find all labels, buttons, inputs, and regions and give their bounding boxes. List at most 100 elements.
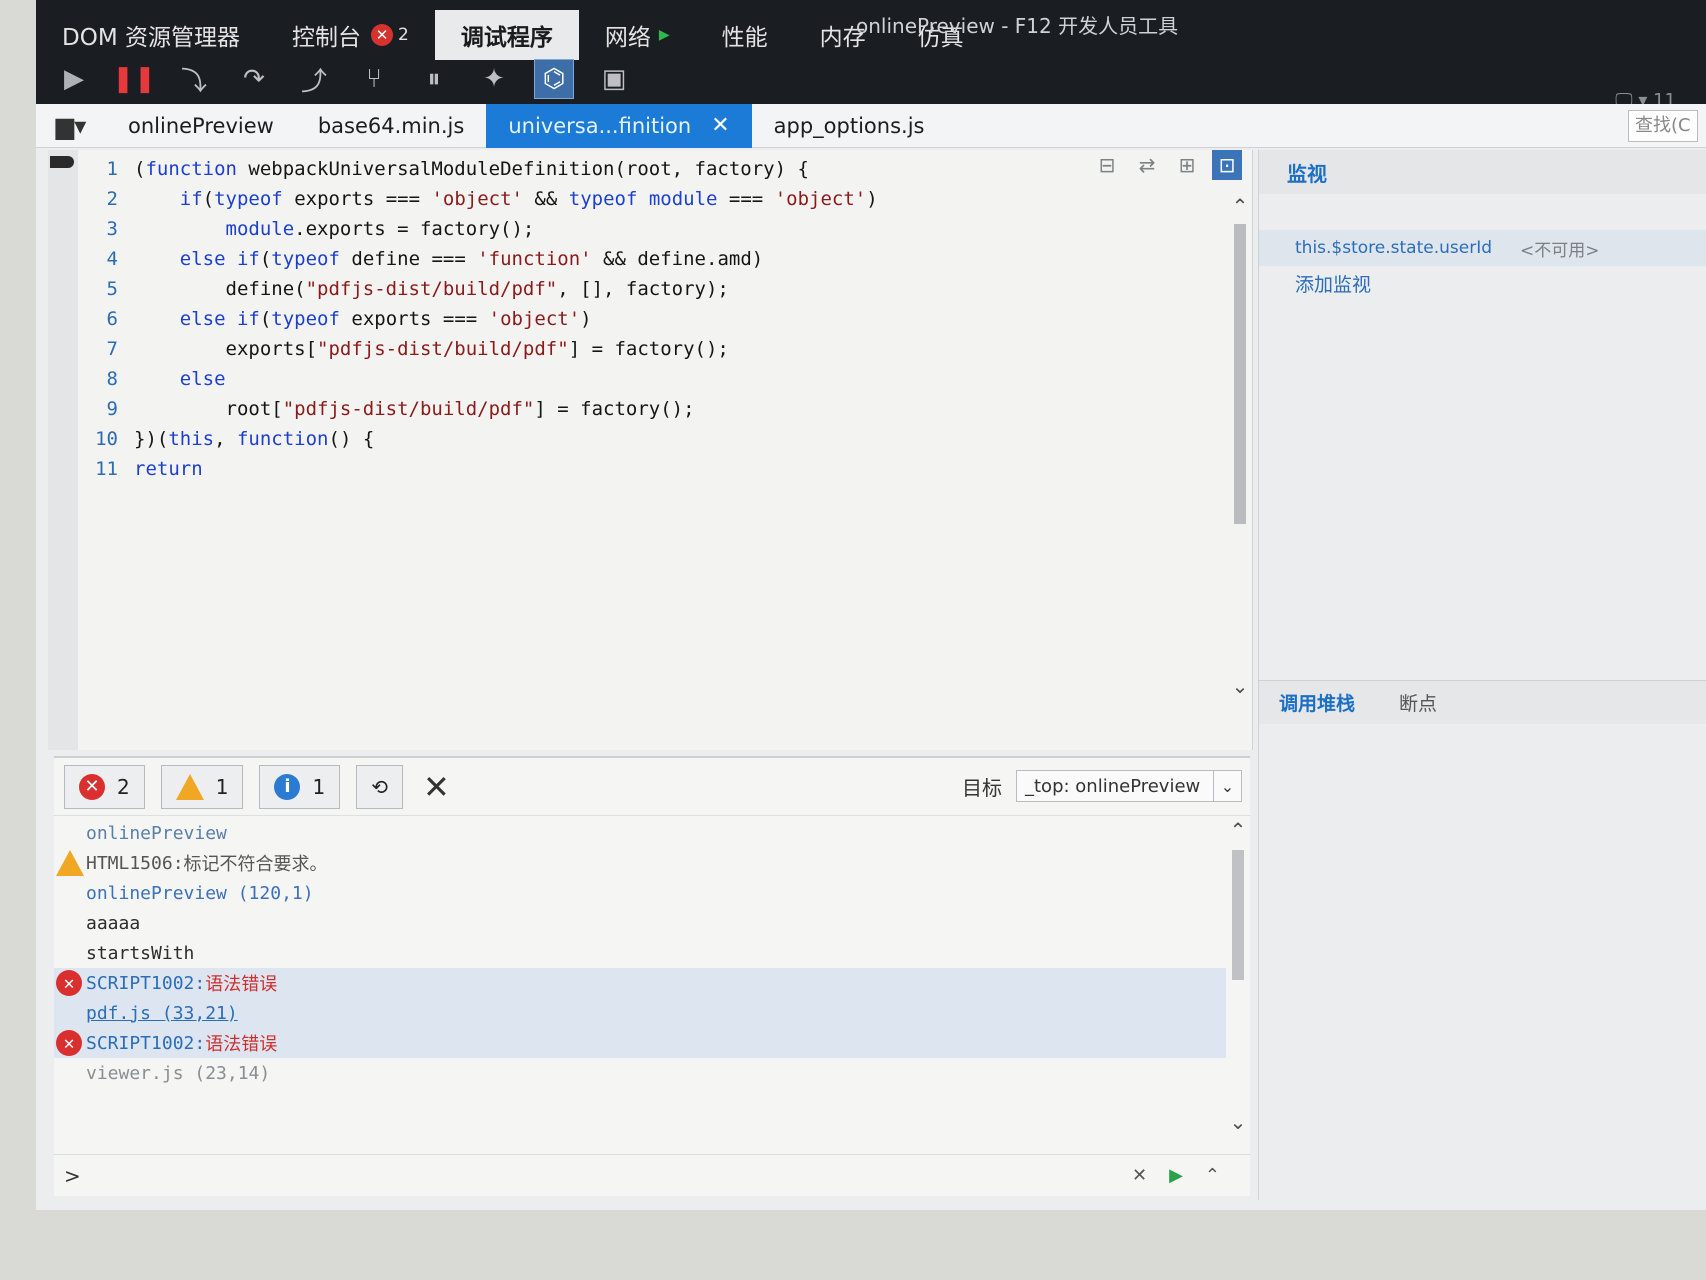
pretty-print-toggle-icon[interactable]: ⊡ bbox=[1212, 150, 1242, 180]
run-icon[interactable]: ▶ bbox=[1169, 1165, 1183, 1186]
code-text: if(typeof exports === 'object' && typeof… bbox=[179, 188, 878, 210]
console-row[interactable]: startsWith bbox=[54, 938, 1226, 968]
line-number[interactable]: 7 bbox=[80, 338, 134, 360]
tab-call-stack[interactable]: 调用堆栈 bbox=[1279, 689, 1355, 716]
code-text: else bbox=[179, 368, 226, 390]
warning-icon bbox=[175, 773, 204, 800]
tab-breakpoints[interactable]: 断点 bbox=[1399, 689, 1437, 716]
editor-scrollbar[interactable]: ⌃ ⌄ bbox=[1228, 194, 1252, 714]
line-number[interactable]: 8 bbox=[80, 368, 134, 390]
scroll-thumb[interactable] bbox=[1232, 850, 1244, 980]
watch-item[interactable]: this.$store.state.userId <不可用> bbox=[1259, 230, 1706, 266]
scroll-thumb[interactable] bbox=[1234, 224, 1246, 524]
target-dropdown[interactable]: _top: onlinePreview ⌄ bbox=[1016, 770, 1242, 802]
code-line[interactable]: 8 else bbox=[80, 364, 226, 394]
code-line[interactable]: 1 (function webpackUniversalModuleDefinit… bbox=[80, 154, 809, 184]
pause-icon[interactable]: ❚❚ bbox=[112, 59, 156, 99]
break-on-new-worker-icon[interactable]: ⑂ bbox=[354, 59, 394, 99]
chevron-down-icon[interactable]: ⌄ bbox=[1213, 771, 1241, 801]
tab-performance[interactable]: 性能 bbox=[696, 10, 794, 60]
clear-console-icon[interactable]: ✕ bbox=[423, 768, 450, 806]
folder-icon[interactable]: ▆▾ bbox=[36, 104, 106, 148]
console-row[interactable]: aaaaa bbox=[54, 908, 1226, 938]
console-row[interactable]: onlinePreview (120,1) bbox=[54, 878, 1226, 908]
watch-expression[interactable]: this.$store.state.userId bbox=[1295, 238, 1492, 258]
step-over-icon[interactable]: ↷ bbox=[234, 59, 274, 99]
code-text: module.exports = factory(); bbox=[225, 218, 535, 240]
clear-input-icon[interactable]: ✕ bbox=[1132, 1165, 1147, 1186]
line-number[interactable]: 10 bbox=[80, 428, 134, 450]
console-row[interactable]: onlinePreview bbox=[54, 818, 1226, 848]
filter-errors-button[interactable]: ✕ 2 bbox=[64, 764, 145, 809]
file-tab-app-options[interactable]: app_options.js bbox=[752, 104, 947, 148]
watch-value: <不可用> bbox=[1520, 240, 1600, 261]
console-input-bar[interactable]: > ✕ ▶ ⌃ bbox=[54, 1154, 1250, 1196]
tab-label: 性能 bbox=[721, 25, 768, 51]
filter-warnings-button[interactable]: 1 bbox=[160, 764, 244, 809]
just-my-code-icon[interactable]: ⌬ bbox=[534, 59, 574, 99]
code-line[interactable]: 2 if(typeof exports === 'object' && type… bbox=[80, 184, 878, 214]
line-number[interactable]: 9 bbox=[80, 398, 134, 420]
close-icon[interactable]: ✕ bbox=[711, 113, 729, 138]
line-number[interactable]: 2 bbox=[80, 188, 134, 210]
filter-info-button[interactable]: i1 bbox=[259, 764, 341, 809]
tab-dom-explorer[interactable]: DOM 资源管理器 bbox=[36, 10, 266, 60]
code-line[interactable]: 6 else if(typeof exports === 'object') bbox=[80, 304, 592, 334]
console-row[interactable]: pdf.js (33,21) bbox=[54, 998, 1226, 1028]
console-row[interactable]: HTML1506: 标记不符合要求。 bbox=[54, 848, 1226, 878]
chevron-down-icon[interactable]: ⌄ bbox=[1226, 1110, 1250, 1134]
file-tab-onlinepreview[interactable]: onlinePreview bbox=[106, 104, 296, 148]
line-number[interactable]: 5 bbox=[80, 278, 134, 300]
format-icon[interactable]: ⊞ bbox=[1172, 150, 1202, 180]
code-line[interactable]: 4 else if(typeof define === 'function' &… bbox=[80, 244, 764, 274]
tab-network[interactable]: 网络 ▶ bbox=[579, 10, 696, 60]
chevron-up-icon[interactable]: ⌃ bbox=[1228, 194, 1252, 218]
info-icon: i bbox=[274, 773, 301, 800]
console-scrollbar[interactable]: ⌃ ⌄ bbox=[1226, 818, 1250, 1158]
watch-header[interactable]: 监视 bbox=[1259, 150, 1706, 194]
tab-console[interactable]: 控制台 ✕ 2 bbox=[266, 10, 435, 60]
word-wrap-icon[interactable]: ⇄ bbox=[1132, 150, 1162, 180]
chevron-down-icon[interactable]: ⌄ bbox=[1228, 674, 1252, 698]
code-line[interactable]: 7 exports["pdfjs-dist/build/pdf"] = fact… bbox=[80, 334, 729, 364]
error-count: 2 bbox=[117, 774, 130, 799]
disable-breakpoints-icon[interactable]: ✦ bbox=[474, 59, 514, 99]
tab-debugger[interactable]: 调试程序 bbox=[434, 10, 579, 60]
pretty-print-icon[interactable]: ▣ bbox=[594, 59, 634, 99]
continue-icon[interactable]: ▶ bbox=[54, 59, 94, 99]
console-row[interactable]: viewer.js (23,14) bbox=[54, 1058, 1226, 1088]
main-tabs: DOM 资源管理器 控制台 ✕ 2 调试程序 网络 ▶ 性能 内存 仿真 bbox=[36, 10, 990, 60]
line-number[interactable]: 11 bbox=[80, 458, 134, 480]
source-map-icon[interactable]: ⊟ bbox=[1092, 150, 1122, 180]
chevron-up-icon[interactable]: ⌃ bbox=[1226, 818, 1250, 842]
file-tab-universal[interactable]: universa...finition ✕ bbox=[486, 103, 752, 148]
code-line[interactable]: 5 define("pdfjs-dist/build/pdf", [], fac… bbox=[80, 274, 729, 304]
code-text: (function webpackUniversalModuleDefiniti… bbox=[134, 158, 809, 180]
console-row[interactable]: ✕ SCRIPT1002: 语法错误 bbox=[54, 1028, 1226, 1058]
step-out-icon[interactable]: ⤴ bbox=[294, 59, 334, 99]
code-editor[interactable]: 1 (function webpackUniversalModuleDefinit… bbox=[48, 150, 1253, 750]
console-row[interactable]: ✕ SCRIPT1002: 语法错误 bbox=[54, 968, 1226, 998]
expand-icon[interactable]: ⌃ bbox=[1205, 1165, 1220, 1186]
debug-toolbar: ▶ ❚❚ ⤵ ↷ ⤴ ⑂ ⏸ ✦ ⌬ ▣ bbox=[36, 54, 654, 104]
find-input[interactable]: 查找(C bbox=[1628, 110, 1698, 142]
exception-behavior-icon[interactable]: ⏸ bbox=[414, 59, 454, 99]
clear-on-navigate-button[interactable]: ⟲ bbox=[356, 764, 403, 809]
add-watch-link[interactable]: 添加监视 bbox=[1295, 270, 1371, 297]
tab-label: 控制台 bbox=[291, 25, 361, 51]
code-line[interactable]: 10})(this, function() { bbox=[80, 424, 374, 454]
line-number[interactable]: 1 bbox=[80, 158, 134, 180]
line-number[interactable]: 3 bbox=[80, 218, 134, 240]
code-line[interactable]: 3 module.exports = factory(); bbox=[80, 214, 535, 244]
console-actions: ✕ ▶ ⌃ bbox=[1110, 1165, 1220, 1186]
code-text: else if(typeof exports === 'object') bbox=[179, 308, 592, 330]
line-number[interactable]: 6 bbox=[80, 308, 134, 330]
devtools-window: DOM 资源管理器 控制台 ✕ 2 调试程序 网络 ▶ 性能 内存 仿真 onli… bbox=[36, 0, 1706, 1210]
file-tab-base64[interactable]: base64.min.js bbox=[296, 104, 487, 148]
breakpoint-gutter[interactable] bbox=[48, 150, 78, 750]
code-line[interactable]: 9 root["pdfjs-dist/build/pdf"] = factory… bbox=[80, 394, 695, 424]
step-into-icon[interactable]: ⤵ bbox=[174, 59, 214, 99]
window-title: onlinePreview - F12 开发人员工具 bbox=[856, 14, 1179, 38]
code-line[interactable]: 11 return bbox=[80, 454, 203, 484]
line-number[interactable]: 4 bbox=[80, 248, 134, 270]
